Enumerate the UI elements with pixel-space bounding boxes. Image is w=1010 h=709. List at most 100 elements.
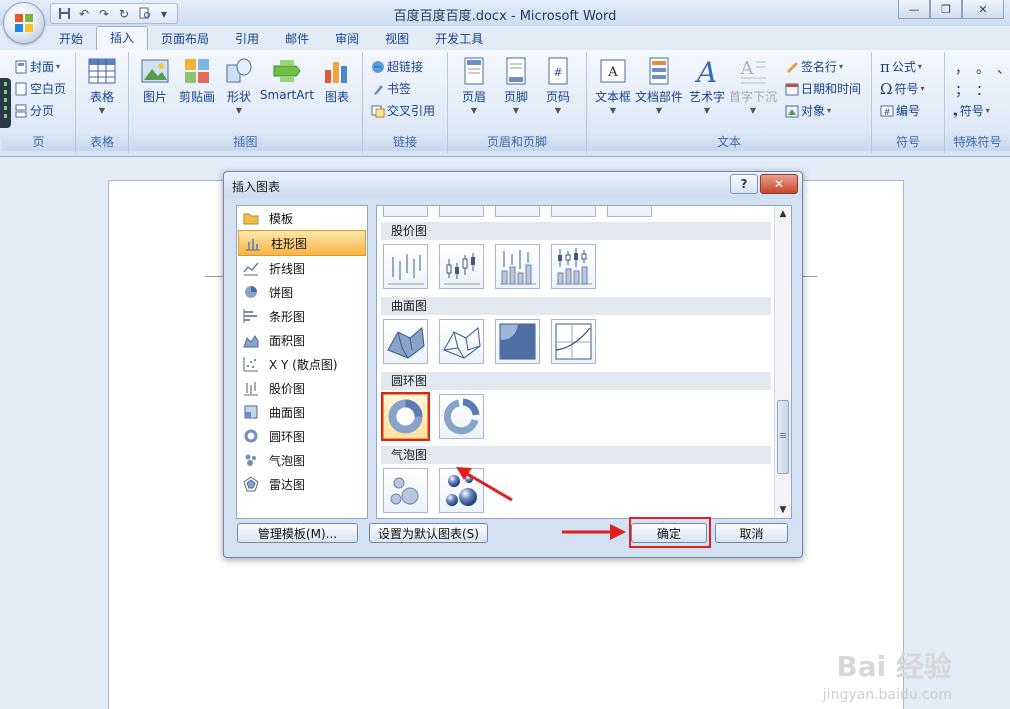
smartart-icon (273, 60, 301, 82)
chart-subtype-gallery: 股价图 曲面图 圆环图 气泡图 ▲ ▼ (376, 205, 792, 519)
ribbon-tabs: 开始 插入 页面布局 引用 邮件 审阅 视图 开发工具 (46, 26, 496, 50)
tab-home[interactable]: 开始 (46, 28, 96, 50)
dialog-close-button[interactable]: ✕ (760, 174, 798, 194)
cancel-button[interactable]: 取消 (715, 523, 788, 543)
smartart-button[interactable]: SmartArt (259, 56, 315, 102)
footer-button[interactable]: 页脚 ▼ (492, 56, 540, 115)
category-templates[interactable]: 模板 (237, 206, 367, 230)
clip-art-button[interactable]: 剪贴画 (173, 56, 221, 105)
group-header-footer: 页眉 ▼ 页脚 ▼ # 页码 ▼ 页眉和页脚 (448, 52, 587, 153)
hyperlink-button[interactable]: 超链接 (371, 57, 423, 77)
cross-reference-button[interactable]: 交叉引用 (371, 101, 435, 121)
tab-page-layout[interactable]: 页面布局 (148, 28, 222, 50)
category-stock[interactable]: 股价图 (237, 376, 367, 400)
chevron-down-icon: ▼ (609, 106, 617, 115)
drop-cap-button[interactable]: A 首字下沉 ▼ (727, 56, 779, 115)
bubble-chart-icon (243, 452, 259, 468)
office-button[interactable] (3, 2, 45, 44)
wireframe-surface-thumb[interactable] (439, 319, 484, 364)
page-break-button[interactable]: 分页 (14, 101, 54, 121)
object-button[interactable]: 对象 ▾ (785, 101, 831, 121)
page-number-button[interactable]: # 页码 ▼ (534, 56, 582, 115)
svg-text:A: A (607, 65, 618, 80)
chart-thumb-partial[interactable] (383, 206, 428, 217)
help-button[interactable]: ? (730, 174, 758, 194)
stock-volume-ohlc-thumb[interactable] (551, 244, 596, 289)
category-area[interactable]: 面积图 (237, 328, 367, 352)
tab-developer[interactable]: 开发工具 (422, 28, 496, 50)
quick-parts-button[interactable]: 文档部件 ▼ (633, 56, 685, 115)
bubble-thumb[interactable] (383, 468, 428, 513)
shapes-button[interactable]: 形状 ▼ (215, 56, 263, 115)
chart-thumb-partial[interactable] (607, 206, 652, 217)
category-line[interactable]: 折线图 (237, 256, 367, 280)
scroll-up-icon[interactable]: ▲ (775, 206, 791, 222)
restore-button[interactable]: ❐ (930, 0, 962, 19)
chart-button[interactable]: 图表 (313, 56, 361, 105)
bookmark-button[interactable]: 书签 (371, 79, 411, 99)
category-bubble[interactable]: 气泡图 (237, 448, 367, 472)
table-button[interactable]: 表格 ▼ (78, 56, 126, 115)
tab-insert[interactable]: 插入 (96, 26, 149, 50)
group-pages: 封面 ▾ 空白页 分页 页 (2, 52, 76, 153)
wordart-icon: A (694, 56, 717, 86)
equation-button[interactable]: π 公式 ▾ (880, 57, 922, 77)
table-icon (88, 58, 116, 84)
chevron-down-icon: ▼ (554, 106, 562, 115)
chart-thumb-partial[interactable] (551, 206, 596, 217)
category-column[interactable]: 柱形图 (238, 230, 366, 256)
category-doughnut[interactable]: 圆环图 (237, 424, 367, 448)
tab-review[interactable]: 审阅 (322, 28, 372, 50)
symbol-button[interactable]: Ω 符号 ▾ (880, 79, 924, 99)
wireframe-contour-thumb[interactable] (551, 319, 596, 364)
tab-view[interactable]: 视图 (372, 28, 422, 50)
category-radar[interactable]: 雷达图 (237, 472, 367, 496)
category-pie[interactable]: 饼图 (237, 280, 367, 304)
contour-thumb[interactable] (495, 319, 540, 364)
stock-ohlc-thumb[interactable] (439, 244, 484, 289)
gallery-scrollbar[interactable]: ▲ ▼ (774, 206, 791, 518)
set-default-chart-button[interactable]: 设置为默认图表(S) (369, 523, 488, 543)
page-break-icon (14, 104, 28, 118)
category-surface[interactable]: 曲面图 (237, 400, 367, 424)
minimize-button[interactable]: — (898, 0, 930, 19)
group-label-illustrations: 插图 (129, 134, 362, 151)
doughnut-thumb[interactable] (383, 394, 428, 439)
cover-page-button[interactable]: 封面 ▾ (14, 57, 60, 77)
tab-mailings[interactable]: 邮件 (272, 28, 322, 50)
signature-line-button[interactable]: 签名行 ▾ (785, 57, 843, 77)
section-header-doughnut: 圆环图 (381, 372, 771, 390)
shapes-icon (226, 58, 252, 83)
date-time-button[interactable]: 日期和时间 (785, 79, 861, 99)
scrollbar-thumb[interactable] (777, 400, 789, 474)
numbering-button[interactable]: # 编号 (880, 101, 920, 121)
line-chart-icon (243, 260, 259, 276)
highlight-ok-box (629, 517, 711, 548)
category-scatter[interactable]: X Y (散点图) (237, 352, 367, 376)
picture-button[interactable]: 图片 (131, 56, 179, 105)
surface-3d-thumb[interactable] (383, 319, 428, 364)
tab-references[interactable]: 引用 (222, 28, 272, 50)
stock-hlc-thumb[interactable] (383, 244, 428, 289)
section-header-surface: 曲面图 (381, 297, 771, 315)
special-symbol-button[interactable]: ❟ 符号 ▾ (953, 101, 990, 121)
chart-thumb-partial[interactable] (495, 206, 540, 217)
radar-chart-icon (243, 476, 259, 492)
header-button[interactable]: 页眉 ▼ (450, 56, 498, 115)
column-chart-icon (245, 235, 261, 251)
group-illustrations: 图片 剪贴画 形状 ▼ SmartArt 图表 插图 (129, 52, 363, 153)
punctuation-colon-icon[interactable]: ；： (955, 80, 1004, 100)
blank-page-button[interactable]: 空白页 (14, 79, 66, 99)
chart-thumb-partial[interactable] (439, 206, 484, 217)
category-bar[interactable]: 条形图 (237, 304, 367, 328)
stock-volume-hlc-thumb[interactable] (495, 244, 540, 289)
wordart-button[interactable]: A 艺术字 ▼ (683, 56, 731, 115)
punctuation-comma-icon[interactable]: ，。、 (955, 58, 1010, 78)
side-handle[interactable] (0, 78, 11, 128)
section-header-bubble: 气泡图 (381, 446, 771, 464)
close-window-button[interactable]: ✕ (962, 0, 1004, 19)
text-box-button[interactable]: A 文本框 ▼ (589, 56, 637, 115)
exploded-doughnut-thumb[interactable] (439, 394, 484, 439)
manage-templates-button[interactable]: 管理模板(M)... (237, 523, 358, 543)
scroll-down-icon[interactable]: ▼ (775, 502, 791, 518)
